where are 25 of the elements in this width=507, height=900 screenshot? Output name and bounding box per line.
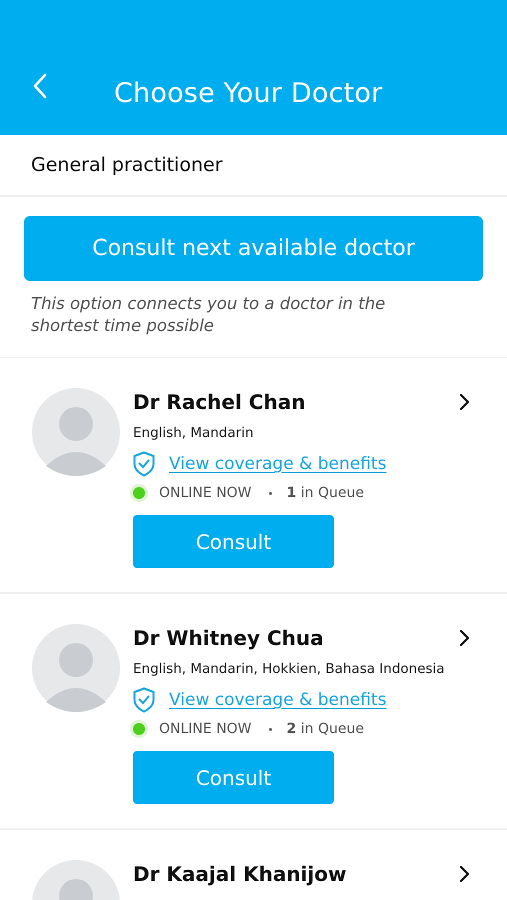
chevron-right-icon[interactable] xyxy=(459,393,471,411)
consult-next-button[interactable]: Consult next available doctor xyxy=(24,216,483,281)
doctor-languages: English, Mandarin, Hokkien, Bahasa Indonesia xyxy=(133,661,446,677)
option-note: This option connects you to a doctor in the shortest time possible xyxy=(31,293,386,337)
consult-button[interactable]: Consult xyxy=(133,515,334,568)
status-text: ONLINE NOW xyxy=(159,721,252,737)
consult-button[interactable]: Consult xyxy=(133,751,334,804)
queue-count: 2 in Queue xyxy=(286,721,364,737)
separator-dot xyxy=(268,728,272,730)
status-text: ONLINE NOW xyxy=(159,485,252,501)
queue-count: 1 in Queue xyxy=(286,485,364,501)
separator-dot xyxy=(268,492,272,494)
doctor-name: Dr Whitney Chua xyxy=(133,626,324,650)
chevron-right-icon[interactable] xyxy=(459,865,471,883)
doctor-languages: English, Mandarin xyxy=(133,425,255,441)
doctor-name: Dr Rachel Chan xyxy=(133,390,306,414)
coverage-link[interactable]: View coverage & benefits xyxy=(169,454,386,474)
screen-title: Choose Your Doctor xyxy=(114,78,382,109)
shield-check-icon xyxy=(133,451,155,477)
coverage-link[interactable]: View coverage & benefits xyxy=(169,690,386,710)
shield-check-icon xyxy=(133,687,155,713)
back-icon xyxy=(32,73,48,99)
doctor-name: Dr Kaajal Khanijow xyxy=(133,862,346,886)
category-heading: General practitioner xyxy=(0,135,507,197)
chevron-right-icon[interactable] xyxy=(459,629,471,647)
